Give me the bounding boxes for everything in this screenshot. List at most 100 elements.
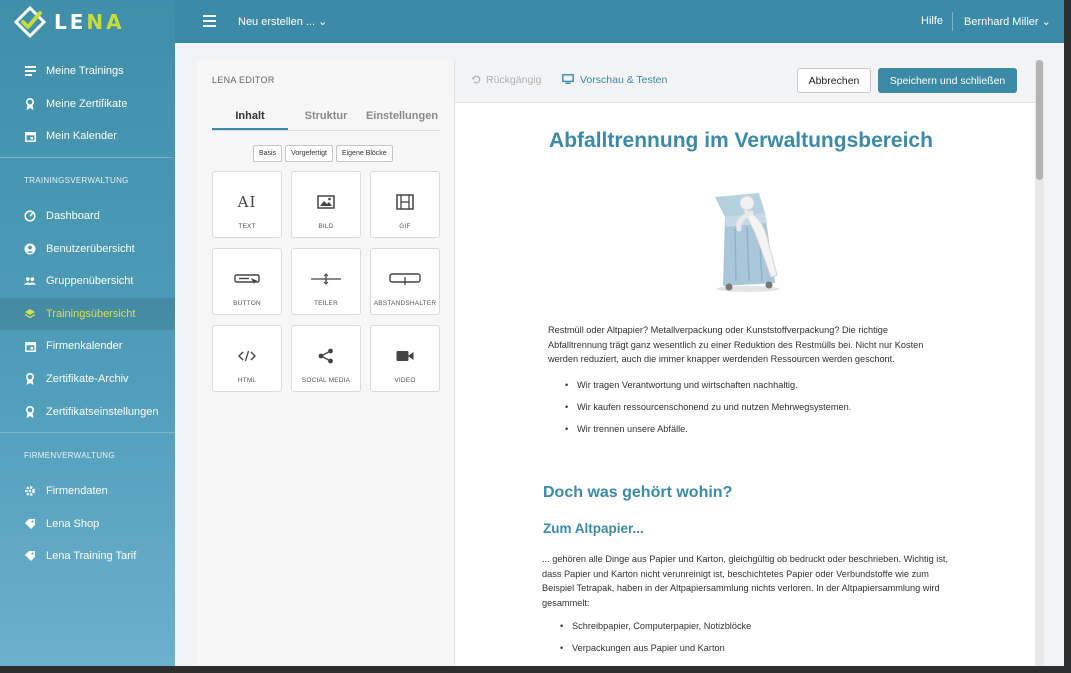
nav-label: Zertifikate-Archiv xyxy=(46,373,129,386)
subtab-prefab[interactable]: Vorgefertigt xyxy=(285,145,333,162)
lena-logo-icon xyxy=(14,5,46,38)
nav-label: Meine Trainings xyxy=(46,65,124,78)
text-icon: AI xyxy=(237,193,257,211)
nav-label: Lena Training Tarif xyxy=(46,550,137,563)
nav-certificate-settings[interactable]: Zertifikatseinstellungen xyxy=(0,395,175,428)
group-icon xyxy=(24,275,36,287)
nav-label: Firmenkalender xyxy=(46,340,123,353)
block-html[interactable]: HTML xyxy=(212,325,282,392)
sidebar: LENA Meine Trainings Meine Zertifikate M… xyxy=(0,0,175,666)
undo-button[interactable]: Rückgängig xyxy=(471,74,541,86)
waste-bin-illustration[interactable] xyxy=(703,189,793,293)
layers-icon xyxy=(24,308,36,320)
tab-structure[interactable]: Struktur xyxy=(288,105,364,130)
tab-settings[interactable]: Einstellungen xyxy=(364,105,440,130)
monitor-icon xyxy=(562,74,574,85)
block-label: BILD xyxy=(318,223,334,230)
nav-dashboard[interactable]: Dashboard xyxy=(0,200,175,233)
nav-company-data[interactable]: Firmendaten xyxy=(0,475,175,508)
nav-user-overview[interactable]: Benutzerübersicht xyxy=(0,232,175,265)
list-item: Schreibpapier, Computerpapier, Notizblöc… xyxy=(558,621,751,631)
nav-lena-training-tarif[interactable]: Lena Training Tarif xyxy=(0,540,175,573)
nav-section-training: TRAININGSVERWALTUNG xyxy=(24,176,129,186)
nav-label: Meine Zertifikate xyxy=(46,97,128,110)
nav-my-certificates[interactable]: Meine Zertifikate xyxy=(0,88,175,121)
nav-section-company: FIRMENVERWALTUNG xyxy=(24,451,115,461)
nav-company-calendar[interactable]: Firmenkalender xyxy=(0,330,175,363)
block-image[interactable]: BILD xyxy=(291,171,361,238)
block-video[interactable]: VIDEO xyxy=(370,325,440,392)
certificate-icon xyxy=(24,405,36,418)
share-icon xyxy=(318,345,334,367)
intro-paragraph[interactable]: Restmüll oder Altpapier? Metallverpackun… xyxy=(548,323,948,367)
block-spacer[interactable]: ABSTANDSHALTER xyxy=(370,248,440,315)
preview-label: Vorschau & Testen xyxy=(580,74,668,86)
list-icon xyxy=(24,65,36,77)
nav-label: Lena Shop xyxy=(46,517,100,530)
nav-my-calendar[interactable]: Mein Kalender xyxy=(0,120,175,153)
code-icon xyxy=(237,345,257,367)
editor-tabs: Inhalt Struktur Einstellungen xyxy=(212,105,440,131)
editor-title: LENA EDITOR xyxy=(212,75,275,85)
user-menu-dropdown[interactable]: Bernhard Miller ⌄ xyxy=(964,15,1051,28)
certificate-icon xyxy=(24,373,36,386)
undo-icon xyxy=(471,75,481,84)
nav-my-trainings[interactable]: Meine Trainings xyxy=(0,55,175,88)
subsection-heading[interactable]: Zum Altpapier... xyxy=(543,521,644,536)
paragraph[interactable]: ... gehören alle Dinge aus Papier und Ka… xyxy=(542,552,952,610)
create-new-dropdown[interactable]: Neu erstellen ... ⌄ xyxy=(238,15,327,28)
nav-training-overview[interactable]: Trainingsübersicht xyxy=(0,297,175,331)
nav-label: Firmendaten xyxy=(46,485,108,498)
help-link[interactable]: Hilfe xyxy=(921,15,943,27)
block-label: SOCIAL MEDIA xyxy=(301,377,351,384)
document-canvas[interactable]: Abfalltrennung im Verwaltungsbereich Res… xyxy=(455,103,1035,666)
list-item: Wir trennen unsere Abfälle. xyxy=(563,424,851,434)
bullet-list[interactable]: Schreibpapier, Computerpapier, Notizblöc… xyxy=(558,621,751,665)
document-title[interactable]: Abfalltrennung im Verwaltungsbereich xyxy=(455,129,1027,153)
top-bar: Neu erstellen ... ⌄ Hilfe Bernhard Mille… xyxy=(175,0,1064,43)
app-window: LENA Meine Trainings Meine Zertifikate M… xyxy=(0,0,1064,666)
hamburger-menu-icon[interactable] xyxy=(203,15,216,27)
preview-test-button[interactable]: Vorschau & Testen xyxy=(562,74,667,86)
editor-toolbar: Rückgängig Vorschau & Testen Abbrechen S… xyxy=(455,60,1035,103)
content-area: Rückgängig Vorschau & Testen Abbrechen S… xyxy=(455,60,1035,666)
video-camera-icon xyxy=(396,345,414,367)
gear-icon xyxy=(24,485,36,497)
block-label: ABSTANDSHALTER xyxy=(373,300,437,307)
scrollbar-thumb[interactable] xyxy=(1036,60,1043,180)
user-icon xyxy=(24,243,36,255)
film-icon xyxy=(396,191,414,213)
divider-icon xyxy=(310,268,342,290)
nav-label: Benutzerübersicht xyxy=(46,242,135,255)
subtab-own-blocks[interactable]: Eigene Blöcke xyxy=(335,145,393,162)
spacer-icon xyxy=(389,268,421,290)
nav-lena-shop[interactable]: Lena Shop xyxy=(0,508,175,541)
nav-label: Trainingsübersicht xyxy=(46,307,136,320)
block-divider[interactable]: TEILER xyxy=(291,248,361,315)
block-label: GIF xyxy=(399,223,411,230)
list-item: Wir kaufen ressourcenschonend zu und nut… xyxy=(563,402,851,412)
nav-group-overview[interactable]: Gruppenübersicht xyxy=(0,265,175,298)
block-gif[interactable]: GIF xyxy=(370,171,440,238)
section-heading[interactable]: Doch was gehört wohin? xyxy=(543,484,732,502)
tab-content[interactable]: Inhalt xyxy=(212,105,288,130)
logo-wordmark: LENA xyxy=(54,9,125,34)
bullet-list[interactable]: Wir tragen Verantwortung und wirtschafte… xyxy=(563,380,851,446)
cancel-button[interactable]: Abbrechen xyxy=(797,68,871,93)
nav-label: Gruppenübersicht xyxy=(46,275,134,288)
tag-icon xyxy=(24,518,36,530)
calendar-icon xyxy=(24,130,36,142)
image-icon xyxy=(317,191,335,213)
scrollbar[interactable] xyxy=(1035,60,1044,666)
logo[interactable]: LENA xyxy=(0,0,175,43)
certificate-icon xyxy=(24,97,36,110)
block-button[interactable]: BUTTON xyxy=(212,248,282,315)
list-item: Verpackungen aus Papier und Karton xyxy=(558,643,751,653)
save-and-close-button[interactable]: Speichern und schließen xyxy=(878,68,1017,93)
nav-certificate-archive[interactable]: Zertifikate-Archiv xyxy=(0,363,175,396)
subtab-basic[interactable]: Basis xyxy=(253,145,283,162)
undo-label: Rückgängig xyxy=(486,74,542,86)
block-label: VIDEO xyxy=(394,377,416,384)
block-social-media[interactable]: SOCIAL MEDIA xyxy=(291,325,361,392)
block-text[interactable]: AI TEXT xyxy=(212,171,282,238)
